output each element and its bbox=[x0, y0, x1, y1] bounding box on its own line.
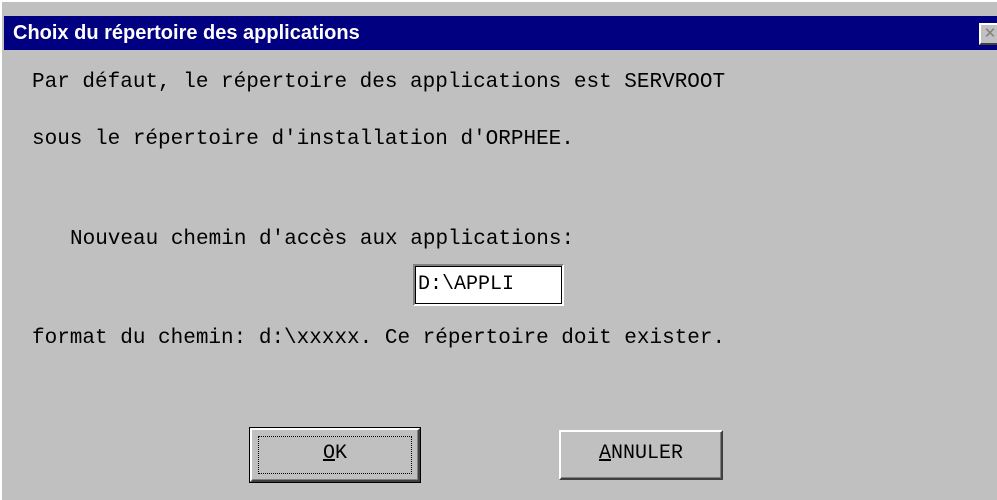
close-icon: ✕ bbox=[983, 24, 997, 42]
window-title: Choix du répertoire des applications bbox=[13, 22, 360, 44]
default-info-line-1: Par défaut, le répertoire des applicatio… bbox=[32, 71, 726, 94]
cancel-button[interactable]: ANNULER bbox=[559, 430, 723, 480]
ok-button[interactable]: OK bbox=[249, 427, 421, 483]
cancel-label-rest: NNULER bbox=[611, 442, 684, 465]
path-label: Nouveau chemin d'accès aux applications: bbox=[70, 228, 575, 251]
default-info-line-2: sous le répertoire d'installation d'ORPH… bbox=[32, 128, 574, 151]
dialog-window: Choix du répertoire des applications ✕ P… bbox=[0, 0, 997, 500]
format-hint: format du chemin: d:\xxxxx. Ce répertoir… bbox=[32, 327, 726, 350]
cancel-mnemonic: A bbox=[598, 442, 611, 465]
title-bar[interactable]: Choix du répertoire des applications ✕ bbox=[4, 16, 997, 50]
ok-mnemonic: O bbox=[322, 442, 335, 465]
close-button[interactable]: ✕ bbox=[979, 23, 997, 45]
ok-label-rest: K bbox=[335, 442, 348, 465]
path-input[interactable]: D:\APPLI bbox=[413, 264, 564, 306]
